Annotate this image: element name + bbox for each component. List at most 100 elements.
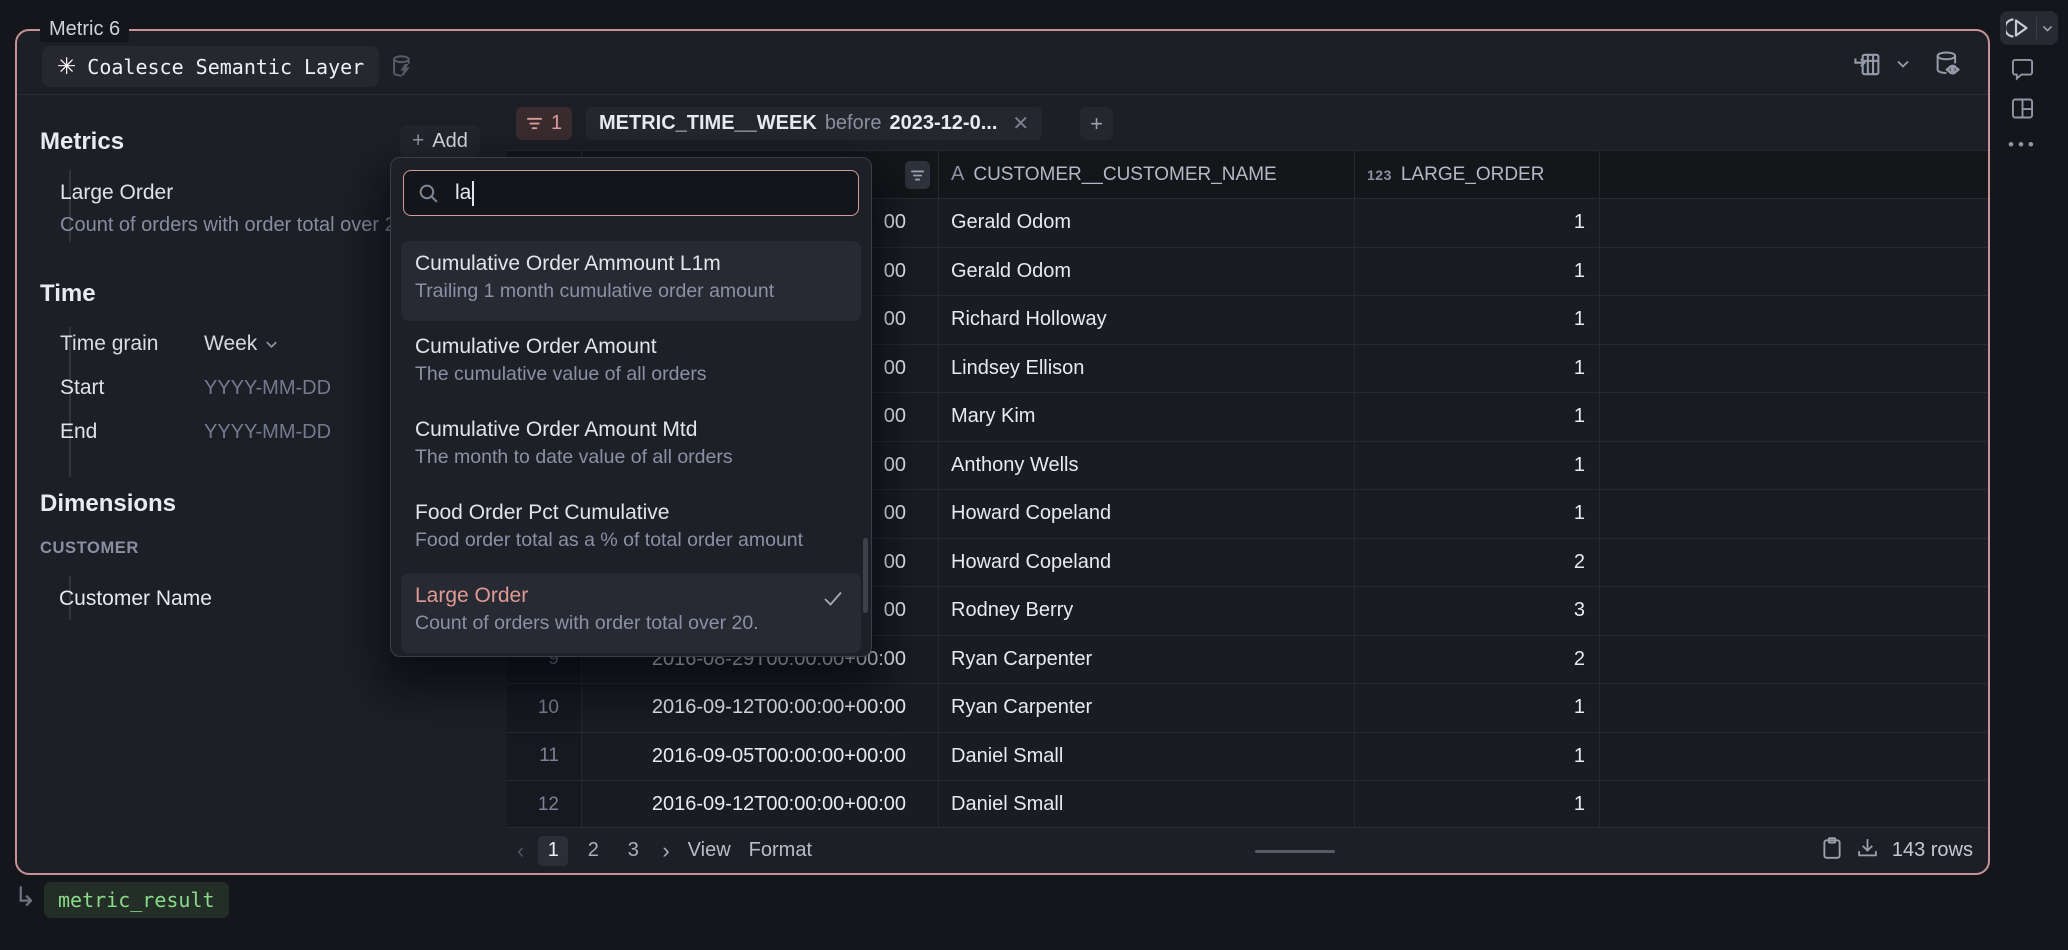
- cell-customer-name: Ryan Carpenter: [939, 636, 1355, 684]
- metric-option[interactable]: Large Order Count of orders with order t…: [401, 573, 861, 653]
- metric-option-title: Cumulative Order Amount Mtd: [415, 416, 847, 444]
- row-count: 143 rows: [1892, 839, 1973, 862]
- result-variable-chip[interactable]: metric_result: [44, 882, 229, 918]
- preview-data-icon[interactable]: [1932, 49, 1962, 84]
- cell-large-order: 1: [1355, 490, 1600, 538]
- table-row: 10 2016-09-12T00:00:00+00:00 Ryan Carpen…: [507, 684, 1988, 733]
- result-variable-name: metric_result: [58, 888, 215, 912]
- popup-scrollbar[interactable]: [863, 538, 868, 613]
- cell-customer-name: Lindsey Ellison: [939, 345, 1355, 393]
- cell-customer-name: Gerald Odom: [939, 248, 1355, 296]
- cell-large-order: 1: [1355, 733, 1600, 781]
- cell-large-order: 1: [1355, 199, 1600, 247]
- cell-title: Metric 6: [40, 16, 129, 42]
- cell-empty: [1600, 248, 1988, 296]
- table-footer: ‹ 123 › View Format 143 rows: [507, 828, 1988, 873]
- metric-option-description: Food order total as a % of total order a…: [415, 527, 847, 553]
- time-heading: Time: [40, 280, 96, 308]
- run-cell-icon[interactable]: [2000, 11, 2036, 45]
- metric-option-title: Large Order: [415, 582, 847, 610]
- page-button[interactable]: 3: [618, 836, 648, 866]
- filter-operator: before: [825, 112, 882, 135]
- start-date-input[interactable]: YYYY-MM-DD: [204, 377, 331, 400]
- run-options-icon[interactable]: [2037, 11, 2058, 45]
- pagination: 123: [538, 836, 648, 866]
- plus-icon: +: [412, 129, 424, 153]
- metric-option[interactable]: Cumulative Order Amount Mtd The month to…: [401, 407, 861, 487]
- comment-icon[interactable]: [2009, 56, 2036, 88]
- view-button[interactable]: View: [688, 839, 731, 862]
- dimension-group-label: CUSTOMER: [40, 539, 139, 558]
- metric-option[interactable]: Cumulative Order Amount The cumulative v…: [401, 324, 861, 404]
- metric-option-description: Trailing 1 month cumulative order amount: [415, 278, 847, 304]
- filter-count-badge[interactable]: 1: [516, 107, 572, 140]
- table-row: 12 2016-09-12T00:00:00+00:00 Daniel Smal…: [507, 781, 1988, 828]
- text-type-icon: A: [951, 163, 964, 186]
- cell-empty: [1600, 442, 1988, 490]
- text-caret: [472, 181, 474, 206]
- page-button[interactable]: 1: [538, 836, 568, 866]
- cell-customer-name: Anthony Wells: [939, 442, 1355, 490]
- prev-page-icon[interactable]: ‹: [517, 838, 524, 864]
- metric-option[interactable]: Cumulative Order Ammount L1m Trailing 1 …: [401, 241, 861, 321]
- connector-chip[interactable]: ✳ Coalesce Semantic Layer: [42, 46, 379, 87]
- add-filter-button[interactable]: +: [1080, 107, 1113, 140]
- layout-panels-icon[interactable]: [2009, 95, 2036, 127]
- time-grain-label: Time grain: [60, 332, 158, 356]
- cell-empty: [1600, 199, 1988, 247]
- cell-customer-name: Howard Copeland: [939, 539, 1355, 587]
- cell-large-order: 1: [1355, 684, 1600, 732]
- large-order-column-header[interactable]: 123 LARGE_ORDER: [1355, 151, 1600, 198]
- download-icon[interactable]: [1856, 836, 1879, 865]
- row-index: 12: [507, 781, 582, 828]
- dimension-item-customer-name[interactable]: Customer Name: [59, 587, 212, 611]
- database-bolt-icon: [389, 53, 416, 85]
- cell-large-order: 1: [1355, 248, 1600, 296]
- cell-customer-name: Daniel Small: [939, 733, 1355, 781]
- cell-customer-name: Gerald Odom: [939, 199, 1355, 247]
- metric-option[interactable]: Food Order Pct Cumulative Food order tot…: [401, 490, 861, 570]
- cell-customer-name: Daniel Small: [939, 781, 1355, 828]
- filter-chip[interactable]: METRIC_TIME__WEEK before 2023-12-0... ✕: [586, 107, 1042, 140]
- cell-customer-name: Rodney Berry: [939, 587, 1355, 635]
- cell-metric-time: 2016-09-12T00:00:00+00:00: [582, 781, 939, 828]
- cell-empty: [1600, 539, 1988, 587]
- check-icon: [821, 586, 845, 615]
- horizontal-scrollbar[interactable]: [1255, 850, 1335, 853]
- time-grain-select[interactable]: Week: [204, 332, 279, 356]
- metric-option-description: Count of orders with order total over 20…: [415, 610, 847, 636]
- column-filter-icon[interactable]: [905, 161, 930, 189]
- empty-column-header: [1600, 151, 1988, 198]
- metric-options-list: Cumulative Order Ammount L1m Trailing 1 …: [401, 241, 861, 653]
- add-metric-button[interactable]: + Add: [400, 125, 480, 157]
- cell-large-order: 2: [1355, 539, 1600, 587]
- cell-empty: [1600, 345, 1988, 393]
- page-button[interactable]: 2: [578, 836, 608, 866]
- metric-search-input[interactable]: la: [455, 181, 858, 206]
- metric-option-title: Food Order Pct Cumulative: [415, 499, 847, 527]
- return-arrow-icon: ↳: [14, 882, 37, 913]
- format-button[interactable]: Format: [749, 839, 812, 862]
- search-icon: [417, 182, 440, 205]
- chevron-down-icon[interactable]: [1895, 56, 1911, 77]
- cell-empty: [1600, 684, 1988, 732]
- metric-option-title: Cumulative Order Ammount L1m: [415, 250, 847, 278]
- end-date-input[interactable]: YYYY-MM-DD: [204, 421, 331, 444]
- row-index: 10: [507, 684, 582, 732]
- cell-large-order: 1: [1355, 781, 1600, 828]
- metric-search-box[interactable]: la: [403, 170, 859, 216]
- cell-large-order: 1: [1355, 393, 1600, 441]
- customer-name-column-header[interactable]: A CUSTOMER__CUSTOMER_NAME: [939, 151, 1355, 198]
- copy-icon[interactable]: [1821, 836, 1843, 866]
- cell-large-order: 3: [1355, 587, 1600, 635]
- dimensions-heading: Dimensions: [40, 490, 176, 518]
- more-options-icon[interactable]: •••: [2008, 135, 2038, 155]
- remove-filter-icon[interactable]: ✕: [1012, 111, 1029, 136]
- cell-customer-name: Mary Kim: [939, 393, 1355, 441]
- insert-table-icon[interactable]: [1853, 50, 1882, 84]
- next-page-icon[interactable]: ›: [662, 838, 669, 864]
- run-cell-control: [2000, 11, 2058, 45]
- cell-empty: [1600, 781, 1988, 828]
- cell-customer-name: Ryan Carpenter: [939, 684, 1355, 732]
- cell-empty: [1600, 733, 1988, 781]
